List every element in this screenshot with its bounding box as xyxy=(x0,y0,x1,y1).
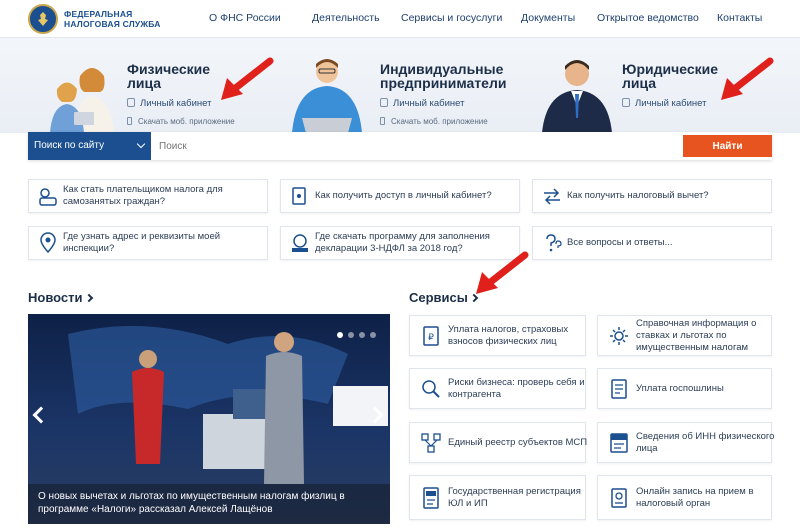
appointment-ticket-icon xyxy=(611,487,627,508)
service-state-duty[interactable]: Уплата госпошлины xyxy=(597,368,772,409)
services-section-title[interactable]: Сервисы xyxy=(409,290,479,305)
cabinet-access-icon xyxy=(292,187,306,205)
quick-card-tax-deduction[interactable]: Как получить налоговый вычет? xyxy=(532,179,772,213)
nav-open-agency[interactable]: Открытое ведомство xyxy=(597,12,699,24)
red-arrow-icon xyxy=(221,57,274,100)
payment-document-icon: ₽ xyxy=(423,325,439,346)
magnifier-icon xyxy=(422,379,440,398)
service-property-tax-info[interactable]: Справочная информация о ставках и льгота… xyxy=(597,315,772,356)
quick-card-cabinet-access[interactable]: Как получить доступ в личный кабинет? xyxy=(280,179,520,213)
quick-card-all-questions[interactable]: Все вопросы и ответы... xyxy=(532,226,772,260)
news-section-title[interactable]: Новости xyxy=(28,290,93,305)
individuals-cabinet-link[interactable]: Личный кабинет xyxy=(127,98,211,109)
nav-documents[interactable]: Документы xyxy=(521,12,575,24)
slider-dot[interactable] xyxy=(370,332,376,338)
entrepreneurs-title[interactable]: Индивидуальные предприниматели xyxy=(380,62,530,90)
service-pay-taxes[interactable]: ₽ Уплата налогов, страховых взносов физи… xyxy=(409,315,586,356)
receipt-icon xyxy=(611,378,627,399)
lock-icon xyxy=(127,98,135,107)
download-program-icon xyxy=(292,234,308,252)
main-nav: О ФНС России Деятельность Сервисы и госу… xyxy=(0,12,800,28)
individuals-app-link[interactable]: Скачать моб. приложение xyxy=(127,117,235,126)
slider-dot[interactable] xyxy=(359,332,365,338)
hero-banner: Физические лица Личный кабинет Скачать м… xyxy=(0,38,800,133)
map-pin-icon xyxy=(40,232,56,254)
service-msp-registry[interactable]: Единый реестр субъектов МСП xyxy=(409,422,587,463)
phone-icon xyxy=(127,117,132,125)
registry-network-icon xyxy=(421,432,441,453)
individuals-illustration xyxy=(50,68,114,133)
chevron-right-icon xyxy=(84,293,93,303)
legal-entities-illustration xyxy=(542,60,612,133)
nav-about[interactable]: О ФНС России xyxy=(209,12,281,24)
search-input[interactable] xyxy=(151,132,683,160)
search-button[interactable]: Найти xyxy=(683,135,772,157)
nav-activity[interactable]: Деятельность xyxy=(312,12,380,24)
inn-document-icon xyxy=(610,432,628,453)
question-icon xyxy=(546,234,562,252)
search-scope-select[interactable]: Поиск по сайту xyxy=(28,132,151,160)
chevron-down-icon xyxy=(136,139,146,149)
slider-dot[interactable] xyxy=(348,332,354,338)
self-employed-icon xyxy=(39,188,57,206)
news-headline[interactable]: О новых вычетах и льготах по имущественн… xyxy=(38,490,383,516)
entrepreneurs-illustration xyxy=(292,59,362,133)
nav-contacts[interactable]: Контакты xyxy=(717,12,762,24)
quick-card-self-employed[interactable]: Как стать плательщиком налога для самоза… xyxy=(28,179,268,213)
service-business-risks[interactable]: Риски бизнеса: проверь себя и контрагент… xyxy=(409,368,586,409)
news-slider[interactable]: О новых вычетах и льготах по имущественн… xyxy=(28,314,390,524)
entrepreneurs-cabinet-link[interactable]: Личный кабинет xyxy=(380,98,464,109)
nav-services[interactable]: Сервисы и госуслуги xyxy=(401,12,502,24)
service-registration[interactable]: Государственная регистрация ЮЛ и ИП xyxy=(409,475,586,520)
legal-cabinet-link[interactable]: Личный кабинет xyxy=(622,98,706,109)
tax-deduction-icon xyxy=(544,188,560,205)
red-arrow-icon xyxy=(721,57,774,100)
lock-icon xyxy=(380,98,388,107)
red-arrow-icon xyxy=(476,251,529,294)
lock-icon xyxy=(622,98,630,107)
site-header: ФЕДЕРАЛЬНАЯ НАЛОГОВАЯ СЛУЖБА О ФНС Росси… xyxy=(0,0,800,38)
individuals-title[interactable]: Физические лица xyxy=(127,62,217,90)
phone-icon xyxy=(380,117,385,125)
svg-text:₽: ₽ xyxy=(428,332,434,342)
slider-dot[interactable] xyxy=(337,332,343,338)
site-search: Поиск по сайту Найти xyxy=(28,132,772,160)
gear-icon xyxy=(610,326,628,345)
registration-document-icon xyxy=(423,486,439,509)
service-inn-info[interactable]: Сведения об ИНН физического лица xyxy=(597,422,774,463)
service-appointment[interactable]: Онлайн запись на прием в налоговый орган xyxy=(597,475,772,520)
quick-card-inspection-address[interactable]: Где узнать адрес и реквизиты моей инспек… xyxy=(28,226,268,260)
entrepreneurs-app-link[interactable]: Скачать моб. приложение xyxy=(380,117,488,126)
